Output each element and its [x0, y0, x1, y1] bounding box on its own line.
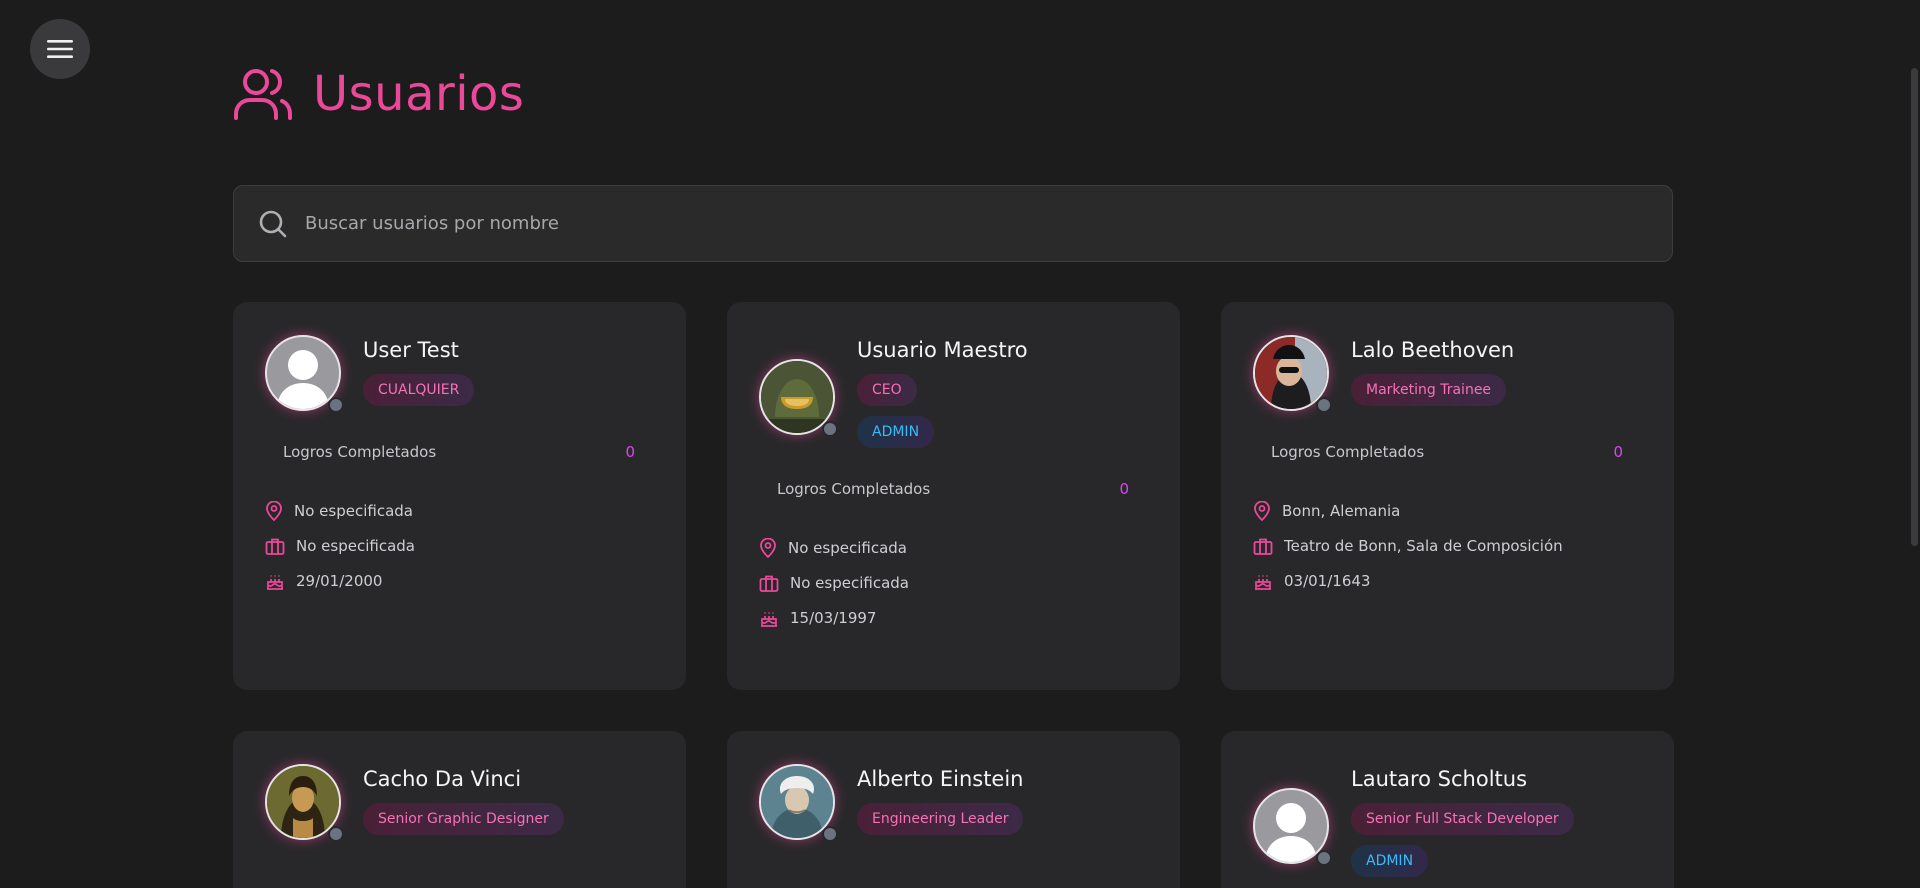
stats-value: 0 — [625, 443, 635, 461]
user-name: Usuario Maestro — [857, 338, 1028, 362]
location-row: No especificada — [759, 538, 1147, 558]
status-indicator — [1316, 850, 1332, 866]
map-pin-icon — [760, 538, 776, 558]
avatar — [265, 335, 344, 413]
user-card[interactable]: Lalo Beethoven Marketing Trainee Logros … — [1221, 302, 1674, 690]
status-indicator — [328, 397, 344, 413]
status-indicator — [328, 826, 344, 842]
briefcase-icon — [1253, 538, 1273, 555]
birthday-text: 03/01/1643 — [1284, 572, 1371, 590]
user-name: Cacho Da Vinci — [363, 767, 522, 791]
workplace-text: No especificada — [790, 574, 909, 592]
avatar — [759, 359, 838, 437]
map-pin-icon — [1254, 501, 1270, 521]
birthday-row: 15/03/1997 — [759, 608, 1147, 628]
role-badge: Senior Full Stack Developer — [1351, 803, 1574, 835]
workplace-text: No especificada — [296, 537, 415, 555]
stats-value: 0 — [1613, 443, 1623, 461]
page-header: Usuarios — [233, 66, 524, 122]
location-text: No especificada — [788, 539, 907, 557]
briefcase-icon — [265, 538, 285, 555]
stats-label: Logros Completados — [1271, 443, 1425, 461]
role-badge: CEO — [857, 374, 917, 406]
avatar — [1253, 788, 1332, 866]
birthday-row: 29/01/2000 — [265, 571, 653, 591]
scrollbar[interactable] — [1907, 0, 1920, 888]
workplace-row: Teatro de Bonn, Sala de Composición — [1253, 537, 1641, 555]
status-indicator — [822, 421, 838, 437]
user-name: User Test — [363, 338, 459, 362]
location-row: No especificada — [265, 501, 653, 521]
user-card[interactable]: Cacho Da Vinci Senior Graphic Designer — [233, 731, 686, 888]
search-input[interactable] — [305, 213, 1672, 234]
stats-value: 0 — [1119, 480, 1129, 498]
admin-badge: ADMIN — [857, 416, 935, 448]
role-badge: Marketing Trainee — [1351, 374, 1507, 406]
location-row: Bonn, Alemania — [1253, 501, 1641, 521]
achievements-stats: Logros Completados 0 — [265, 443, 653, 461]
briefcase-icon — [759, 575, 779, 592]
page-title: Usuarios — [313, 66, 525, 122]
location-text: No especificada — [294, 502, 413, 520]
role-badge: CUALQUIER — [363, 374, 475, 406]
birthday-row: 03/01/1643 — [1253, 571, 1641, 591]
hamburger-icon — [47, 40, 73, 58]
users-icon — [234, 69, 292, 120]
cake-icon — [267, 575, 283, 590]
workplace-text: Teatro de Bonn, Sala de Composición — [1284, 537, 1563, 555]
achievements-stats: Logros Completados 0 — [1253, 443, 1641, 461]
role-badge: Engineering Leader — [857, 803, 1024, 835]
user-name: Alberto Einstein — [857, 767, 1024, 791]
avatar — [265, 764, 344, 842]
stats-label: Logros Completados — [777, 480, 931, 498]
avatar — [759, 764, 838, 842]
role-badge: Senior Graphic Designer — [363, 803, 564, 835]
workplace-row: No especificada — [265, 537, 653, 555]
status-indicator — [822, 826, 838, 842]
search-bar[interactable] — [233, 185, 1673, 262]
avatar — [1253, 335, 1332, 413]
user-card[interactable]: Lautaro Scholtus Senior Full Stack Devel… — [1221, 731, 1674, 888]
cake-icon — [761, 612, 777, 627]
user-card[interactable]: Usuario Maestro CEO ADMIN Logros Complet… — [727, 302, 1180, 690]
user-card[interactable]: User Test CUALQUIER Logros Completados 0… — [233, 302, 686, 690]
admin-badge: ADMIN — [1351, 845, 1429, 877]
menu-button[interactable] — [30, 19, 90, 79]
birthday-text: 29/01/2000 — [296, 572, 383, 590]
achievements-stats: Logros Completados 0 — [759, 480, 1147, 498]
user-card[interactable]: Alberto Einstein Engineering Leader — [727, 731, 1180, 888]
cake-icon — [1255, 575, 1271, 590]
status-indicator — [1316, 397, 1332, 413]
search-icon — [259, 210, 287, 237]
birthday-text: 15/03/1997 — [790, 609, 877, 627]
workplace-row: No especificada — [759, 574, 1147, 592]
user-name: Lautaro Scholtus — [1351, 767, 1528, 791]
stats-label: Logros Completados — [283, 443, 437, 461]
scrollbar-thumb[interactable] — [1911, 68, 1918, 546]
location-text: Bonn, Alemania — [1282, 502, 1401, 520]
map-pin-icon — [266, 501, 282, 521]
user-name: Lalo Beethoven — [1351, 338, 1515, 362]
